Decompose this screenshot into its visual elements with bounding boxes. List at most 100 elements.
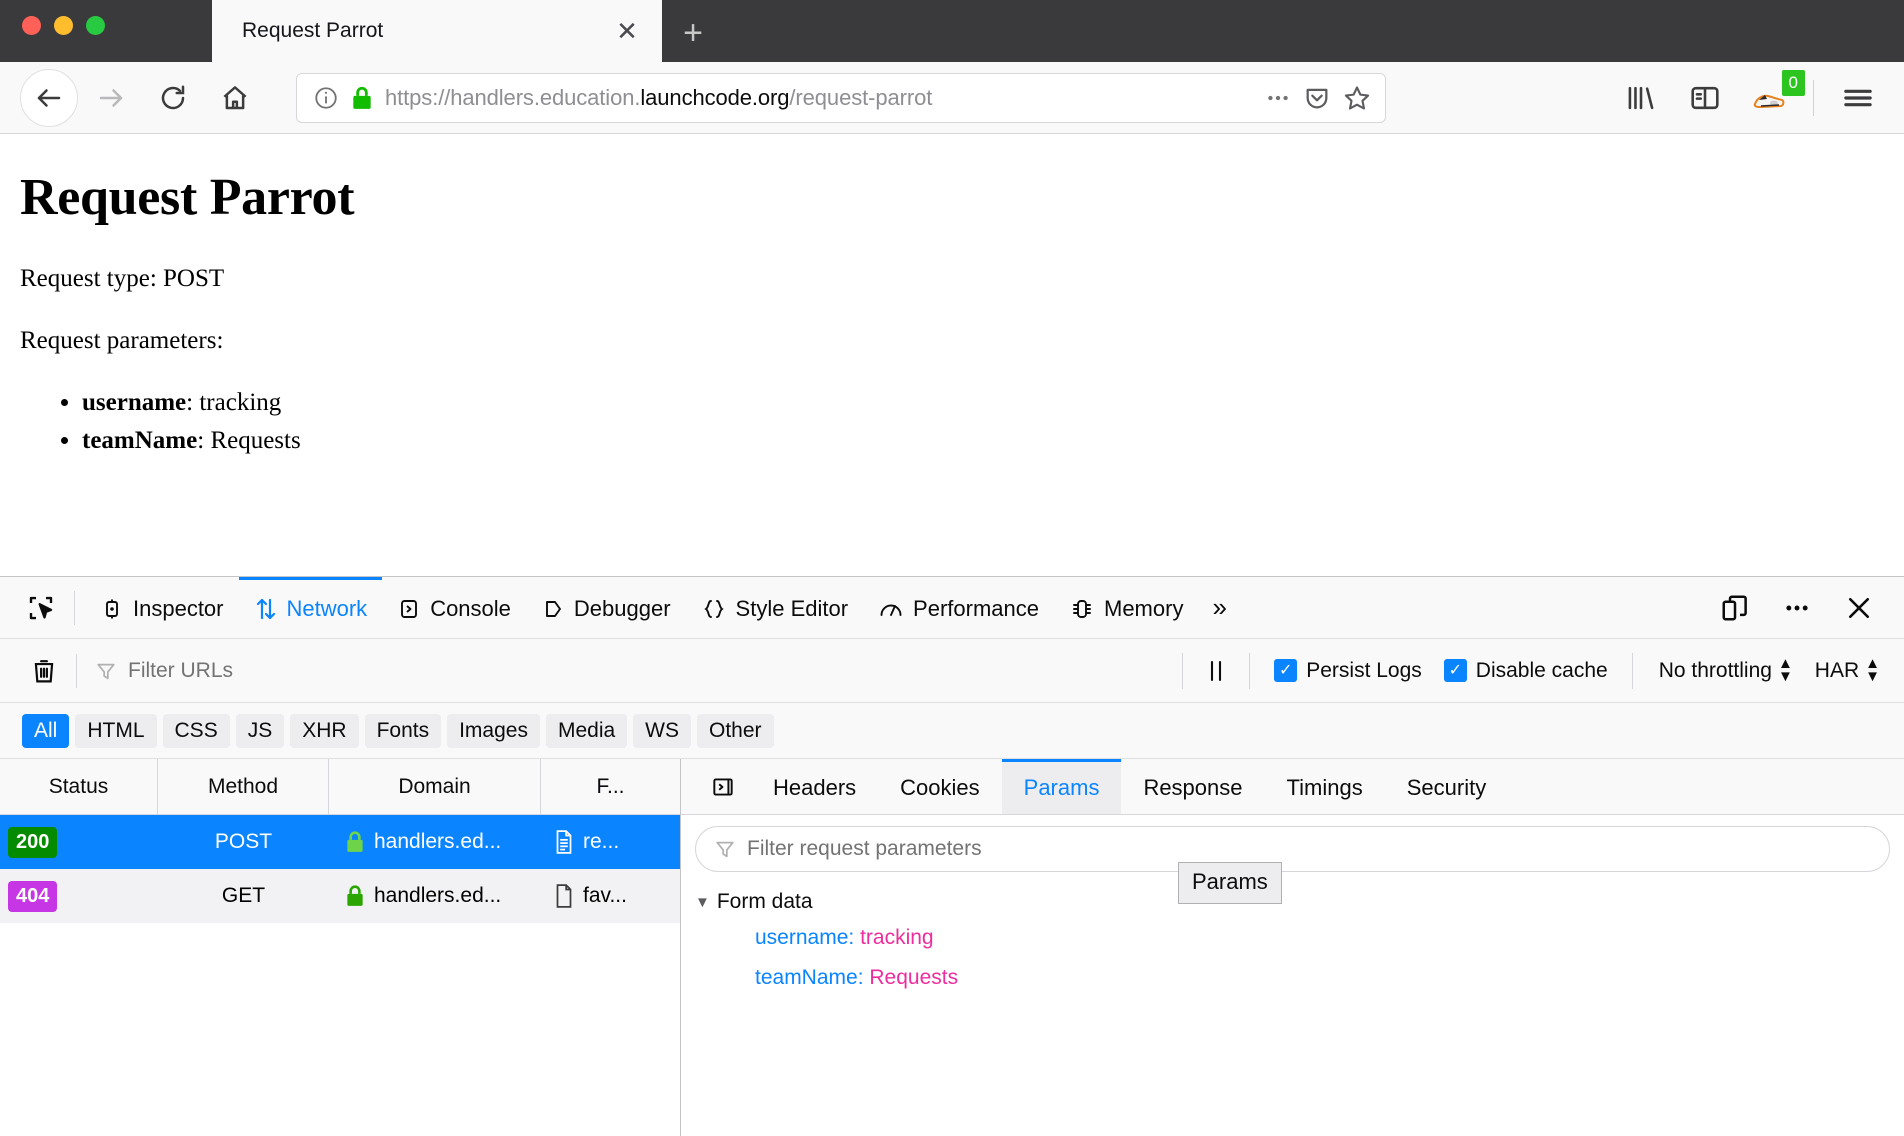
page-actions-icon[interactable] [1265, 85, 1291, 111]
filter-pill-images[interactable]: Images [447, 713, 540, 748]
tab-inspector[interactable]: Inspector [85, 577, 239, 638]
param-value: tracking [199, 389, 282, 416]
devtools-more-options-icon[interactable] [1774, 585, 1820, 631]
har-label: HAR [1814, 658, 1860, 682]
table-row[interactable]: 404 GET handlers.ed... fav... [0, 869, 680, 923]
cell-file: fav... [541, 869, 680, 923]
library-icon[interactable] [1615, 72, 1667, 124]
clear-requests-icon[interactable] [22, 649, 66, 693]
document-icon [556, 830, 572, 854]
tab-label: Style Editor [735, 596, 849, 621]
close-window-button[interactable] [22, 16, 41, 35]
cell-method: GET [221, 884, 266, 907]
filter-pill-xhr[interactable]: XHR [290, 713, 359, 748]
network-toolbar: Filter URLs ✓ Persist Logs ✓ Disable cac… [0, 639, 1904, 703]
filter-parameters-input[interactable]: Filter request parameters [695, 826, 1890, 872]
reload-button[interactable] [144, 69, 202, 127]
tab-debugger[interactable]: Debugger [526, 577, 686, 638]
cell-domain-text: handlers.ed... [374, 884, 502, 907]
filter-pill-media[interactable]: Media [545, 713, 628, 748]
tab-security[interactable]: Security [1385, 759, 1508, 814]
column-header-status[interactable]: Status [0, 759, 158, 814]
chevron-down-icon: ▼ [695, 893, 710, 911]
new-tab-icon[interactable]: + [672, 12, 714, 54]
filter-pill-ws[interactable]: WS [633, 713, 691, 748]
list-item: username: tracking [82, 389, 1884, 417]
url-text[interactable]: https://handlers.education.launchcode.or… [385, 85, 1253, 111]
filter-urls-input[interactable]: Filter URLs [87, 659, 1182, 683]
tab-cookies[interactable]: Cookies [878, 759, 1001, 814]
toggle-details-pane-icon[interactable] [695, 759, 751, 814]
responsive-design-mode-icon[interactable] [1712, 585, 1758, 631]
filter-pill-other[interactable]: Other [697, 713, 774, 748]
tab-timings[interactable]: Timings [1265, 759, 1385, 814]
tab-params[interactable]: Params [1001, 759, 1122, 814]
lock-icon[interactable] [351, 85, 373, 111]
lock-icon [347, 885, 363, 906]
filter-pill-all[interactable]: All [22, 713, 70, 748]
pocket-icon[interactable] [1303, 84, 1331, 112]
request-parameters-list: username: tracking teamName: Requests [82, 389, 1884, 455]
form-data-label: Form data [716, 890, 813, 913]
sidebar-icon[interactable] [1679, 72, 1731, 124]
cell-status: 200 [0, 815, 158, 869]
status-badge: 404 [8, 880, 58, 912]
column-header-method[interactable]: Method [158, 759, 329, 814]
table-row[interactable]: 200 POST handlers.ed... re... [0, 815, 680, 869]
page-info-icon[interactable] [313, 85, 339, 111]
tab-label: Inspector [133, 596, 224, 621]
list-item[interactable]: teamName: Requests [681, 958, 1904, 998]
close-devtools-icon[interactable] [1836, 585, 1882, 631]
column-header-domain[interactable]: Domain [329, 759, 541, 814]
persist-logs-label: Persist Logs [1306, 658, 1422, 682]
har-select[interactable]: HAR ▲ ▼ [1814, 656, 1880, 683]
tab-response[interactable]: Response [1121, 759, 1264, 814]
filter-pill-js[interactable]: JS [235, 713, 285, 748]
param-value: Requests [210, 427, 301, 454]
filter-pill-fonts[interactable]: Fonts [364, 713, 442, 748]
form-data-group-header[interactable]: ▼ Form data [681, 886, 1904, 918]
close-tab-icon[interactable]: ✕ [610, 14, 644, 48]
list-item: teamName: Requests [82, 427, 1884, 455]
column-header-file[interactable]: F... [541, 759, 680, 814]
minimize-window-button[interactable] [54, 16, 73, 35]
url-suffix: /request-parrot [789, 84, 933, 110]
tab-memory[interactable]: Memory [1054, 577, 1198, 638]
tab-network[interactable]: Network [238, 577, 383, 638]
param-name: teamName [82, 427, 198, 454]
filter-icon [97, 663, 115, 679]
element-picker-icon[interactable] [18, 585, 64, 631]
filter-pill-css[interactable]: CSS [162, 713, 230, 748]
tab-performance[interactable]: Performance [863, 577, 1054, 638]
extension-icon[interactable]: 0 [1743, 69, 1805, 124]
devtools-toolbar: Inspector Network Console Debugger Style… [0, 577, 1904, 639]
maximize-window-button[interactable] [86, 16, 105, 35]
devtools-overflow-icon[interactable]: » [1198, 577, 1240, 638]
pause-recording-icon[interactable] [1183, 658, 1249, 684]
tab-console[interactable]: Console [382, 577, 526, 638]
request-type-line: Request type: POST [20, 265, 225, 292]
tab-headers[interactable]: Headers [751, 759, 878, 814]
document-icon [556, 884, 572, 908]
filter-pill-html[interactable]: HTML [75, 713, 157, 748]
bookmark-star-icon[interactable] [1343, 84, 1371, 112]
home-button[interactable] [206, 69, 264, 127]
list-item[interactable]: username: tracking [681, 918, 1904, 958]
param-key: username: [755, 926, 861, 949]
browser-tab[interactable]: Request Parrot ✕ [212, 0, 662, 62]
persist-logs-checkbox[interactable]: ✓ Persist Logs [1274, 659, 1422, 683]
param-separator: : [197, 427, 211, 454]
forward-button[interactable] [82, 69, 140, 127]
throttling-select[interactable]: No throttling ▲ ▼ [1658, 656, 1793, 683]
checkbox-mark: ✓ [1443, 659, 1467, 682]
throttling-label: No throttling [1658, 658, 1772, 682]
request-list-header: Status Method Domain F... [0, 759, 680, 815]
browser-titlebar: Request Parrot ✕ + [0, 0, 1904, 62]
back-button[interactable] [20, 68, 78, 127]
address-bar[interactable]: https://handlers.education.launchcode.or… [296, 72, 1386, 123]
disable-cache-checkbox[interactable]: ✓ Disable cache [1443, 659, 1608, 683]
tab-style-editor[interactable]: Style Editor [686, 577, 864, 638]
tab-label: Memory [1104, 596, 1184, 621]
hamburger-menu-icon[interactable] [1832, 72, 1884, 124]
network-type-filters: All HTML CSS JS XHR Fonts Images Media W… [0, 703, 1904, 759]
